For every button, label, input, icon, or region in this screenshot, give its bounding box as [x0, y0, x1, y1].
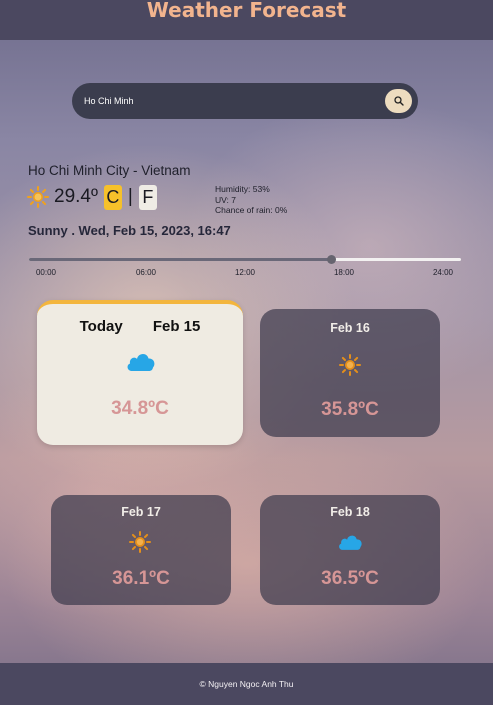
cloud-icon [339, 535, 362, 550]
card-temperature: 34.8ºC [111, 398, 169, 419]
current-temperature-row: 29.4º C | F [27, 183, 157, 211]
time-tick: 12:00 [234, 268, 256, 277]
footer-credit: © Nguyen Ngoc Anh Thu [199, 679, 294, 689]
time-slider-fill [29, 258, 332, 261]
card-temperature: 36.5ºC [321, 568, 379, 589]
cloud-icon [127, 354, 155, 371]
current-temperature: 29.4º [54, 186, 98, 207]
weather-details: Humidity: 53% UV: 7 Chance of rain: 0% [215, 184, 287, 216]
search-bar[interactable]: Ho Chi Minh [72, 83, 418, 119]
search-input[interactable]: Ho Chi Minh [84, 96, 385, 106]
time-tick: 00:00 [35, 268, 57, 277]
rain-chance-label: Chance of rain: 0% [215, 205, 288, 215]
card-date: Feb 18 [330, 505, 370, 519]
search-button[interactable] [385, 89, 412, 113]
card-date: Feb 16 [330, 321, 370, 335]
humidity-label: Humidity: 53% [215, 184, 270, 194]
time-tick: 18:00 [333, 268, 355, 277]
time-tick: 24:00 [432, 268, 454, 277]
sun-icon [129, 531, 151, 553]
forecast-card-today[interactable]: Today Feb 15 34.8ºC [37, 300, 243, 445]
forecast-card[interactable]: Feb 18 36.5ºC [260, 495, 440, 605]
app-title: Weather Forecast [146, 0, 347, 22]
unit-separator: | [127, 186, 133, 207]
condition-datetime: Sunny . Wed, Feb 15, 2023, 16:47 [28, 223, 231, 238]
app-header: Weather Forecast [0, 0, 493, 40]
fahrenheit-toggle[interactable]: F [138, 184, 157, 210]
sun-icon [339, 354, 361, 376]
app-footer: © Nguyen Ngoc Anh Thu [0, 663, 493, 705]
sun-icon [27, 186, 49, 208]
card-date: Feb 17 [121, 505, 161, 519]
forecast-card[interactable]: Feb 16 35.8ºC [260, 309, 440, 437]
search-icon [393, 96, 404, 106]
today-header: Today Feb 15 [37, 318, 243, 335]
card-temperature: 35.8ºC [321, 399, 379, 420]
uv-label: UV: 7 [215, 194, 236, 205]
card-date: Feb 15 [152, 318, 201, 335]
location-label: Ho Chi Minh City - Vietnam [28, 163, 191, 178]
celsius-toggle[interactable]: C [103, 184, 122, 210]
forecast-card[interactable]: Feb 17 36.1ºC [51, 495, 231, 605]
time-tick: 06:00 [135, 268, 157, 277]
time-slider[interactable] [29, 255, 461, 264]
today-label: Today [79, 318, 123, 335]
card-temperature: 36.1ºC [112, 568, 170, 589]
time-slider-handle[interactable] [327, 255, 337, 264]
